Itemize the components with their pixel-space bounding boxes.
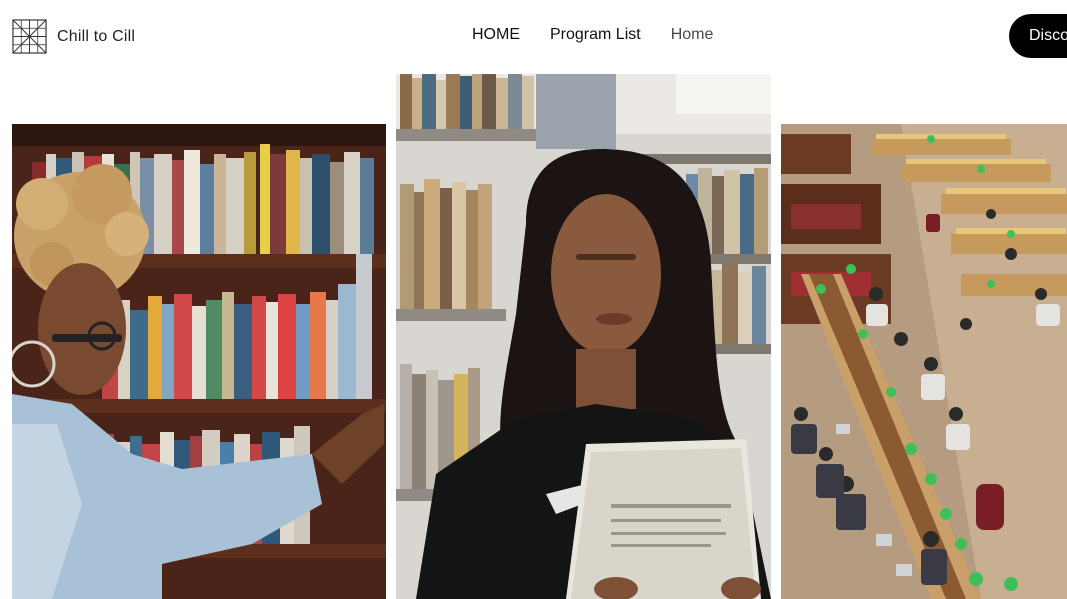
grid-logo-icon [12,19,47,54]
logo[interactable]: Chill to Cill [12,19,135,54]
discover-button[interactable]: Disco [1009,14,1067,58]
nav-link-program-list[interactable]: Program List [550,26,641,44]
nav-link-home[interactable]: HOME [472,26,520,44]
nav-link-home-secondary[interactable]: Home [671,26,714,44]
student-reaching-bookshelf-photo [12,124,386,599]
site-header: Chill to Cill HOME Program List Home Dis… [0,0,1067,74]
library-reading-room-photo [781,124,1067,599]
main-nav: HOME Program List Home [472,26,743,44]
brand-name: Chill to Cill [57,27,136,45]
student-reading-book-photo [396,74,771,599]
